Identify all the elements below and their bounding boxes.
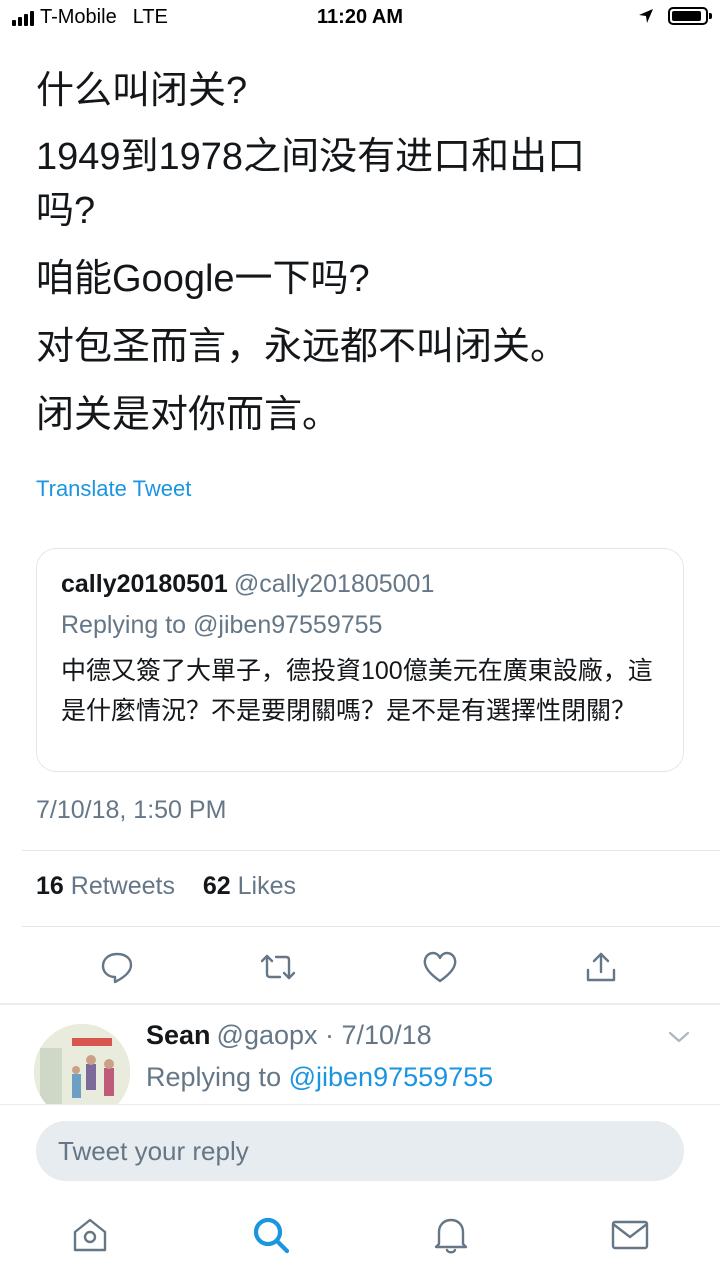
compose-bar: Tweet your reply xyxy=(0,1104,720,1195)
status-right xyxy=(638,7,712,25)
like-button[interactable] xyxy=(417,944,463,990)
tweet-line: 1949到1978之间没有进口和出口吗? xyxy=(36,136,586,232)
retweets-label[interactable]: Retweets xyxy=(71,872,175,900)
quoted-author-name: cally20180501 xyxy=(61,570,228,598)
tweet-line: 闭关是对你而言。 xyxy=(36,394,341,436)
tab-search[interactable] xyxy=(250,1214,292,1256)
tweet-text: 什么叫闭关? 1949到1978之间没有进口和出口吗? 咱能Google一下吗?… xyxy=(36,64,696,456)
status-time: 11:20 AM xyxy=(317,6,403,28)
mail-icon xyxy=(611,1220,649,1250)
retweet-button[interactable] xyxy=(255,944,301,990)
tab-home[interactable] xyxy=(69,1214,111,1256)
divider xyxy=(22,850,720,851)
retweets-count[interactable]: 16 xyxy=(36,872,64,900)
tab-notifications[interactable] xyxy=(430,1214,472,1256)
quoted-replying-to: Replying to @jiben97559755 xyxy=(61,611,383,639)
quoted-author-handle: @cally201805001 xyxy=(233,570,435,598)
tweet-line: 对包圣而言，永远都不叫闭关。 xyxy=(36,326,569,368)
reply-input[interactable]: Tweet your reply xyxy=(36,1121,684,1181)
retweet-icon xyxy=(260,954,296,980)
share-button[interactable] xyxy=(578,944,624,990)
tab-messages[interactable] xyxy=(609,1214,651,1256)
quoted-tweet[interactable]: cally20180501 @cally201805001 Replying to… xyxy=(36,548,684,772)
replying-to-mention[interactable]: @jiben97559755 xyxy=(289,1062,494,1092)
search-icon xyxy=(253,1217,290,1254)
reply-replying-to: Replying to @jiben97559755 xyxy=(146,1062,493,1093)
quoted-tweet-text: 中德又簽了大單子，德投資100億美元在廣東設廠，這是什麼情況？不是要閉關嗎？是不… xyxy=(61,657,653,725)
status-bar: T-Mobile LTE 11:20 AM xyxy=(0,0,720,36)
more-options-button[interactable] xyxy=(668,1030,690,1049)
bell-icon xyxy=(434,1218,468,1254)
tweet-actions xyxy=(0,944,720,990)
replying-to-label: Replying to xyxy=(146,1062,282,1092)
tweet-line: 咱能Google一下吗? xyxy=(36,258,370,300)
battery-fill xyxy=(672,11,701,21)
share-icon xyxy=(586,952,616,982)
likes-count[interactable]: 62 xyxy=(203,872,231,900)
likes-label[interactable]: Likes xyxy=(238,872,296,900)
divider xyxy=(22,926,720,927)
location-arrow-icon xyxy=(639,9,653,23)
tab-bar xyxy=(0,1196,720,1280)
battery-icon xyxy=(668,7,712,25)
translate-tweet-link[interactable]: Translate Tweet xyxy=(36,476,191,502)
tweet-line: 什么叫闭关? xyxy=(36,70,248,112)
reply-input-placeholder: Tweet your reply xyxy=(58,1136,249,1166)
reply-header: Sean @gaopx · 7/10/18 xyxy=(146,1020,432,1051)
reply-author-meta: @gaopx · 7/10/18 xyxy=(216,1020,432,1050)
quoted-tweet-header: cally20180501 @cally201805001 xyxy=(61,567,659,601)
chevron-down-icon xyxy=(668,1031,690,1043)
section-separator xyxy=(0,1003,720,1005)
like-icon xyxy=(423,951,457,983)
reply-button[interactable] xyxy=(94,944,140,990)
home-icon xyxy=(73,1218,107,1252)
tweet-timestamp: 7/10/18, 1:50 PM xyxy=(36,796,227,824)
tweet-stats: 16 Retweets 62 Likes xyxy=(36,872,296,901)
reply-author-name[interactable]: Sean xyxy=(146,1020,211,1050)
reply-icon xyxy=(101,952,133,984)
